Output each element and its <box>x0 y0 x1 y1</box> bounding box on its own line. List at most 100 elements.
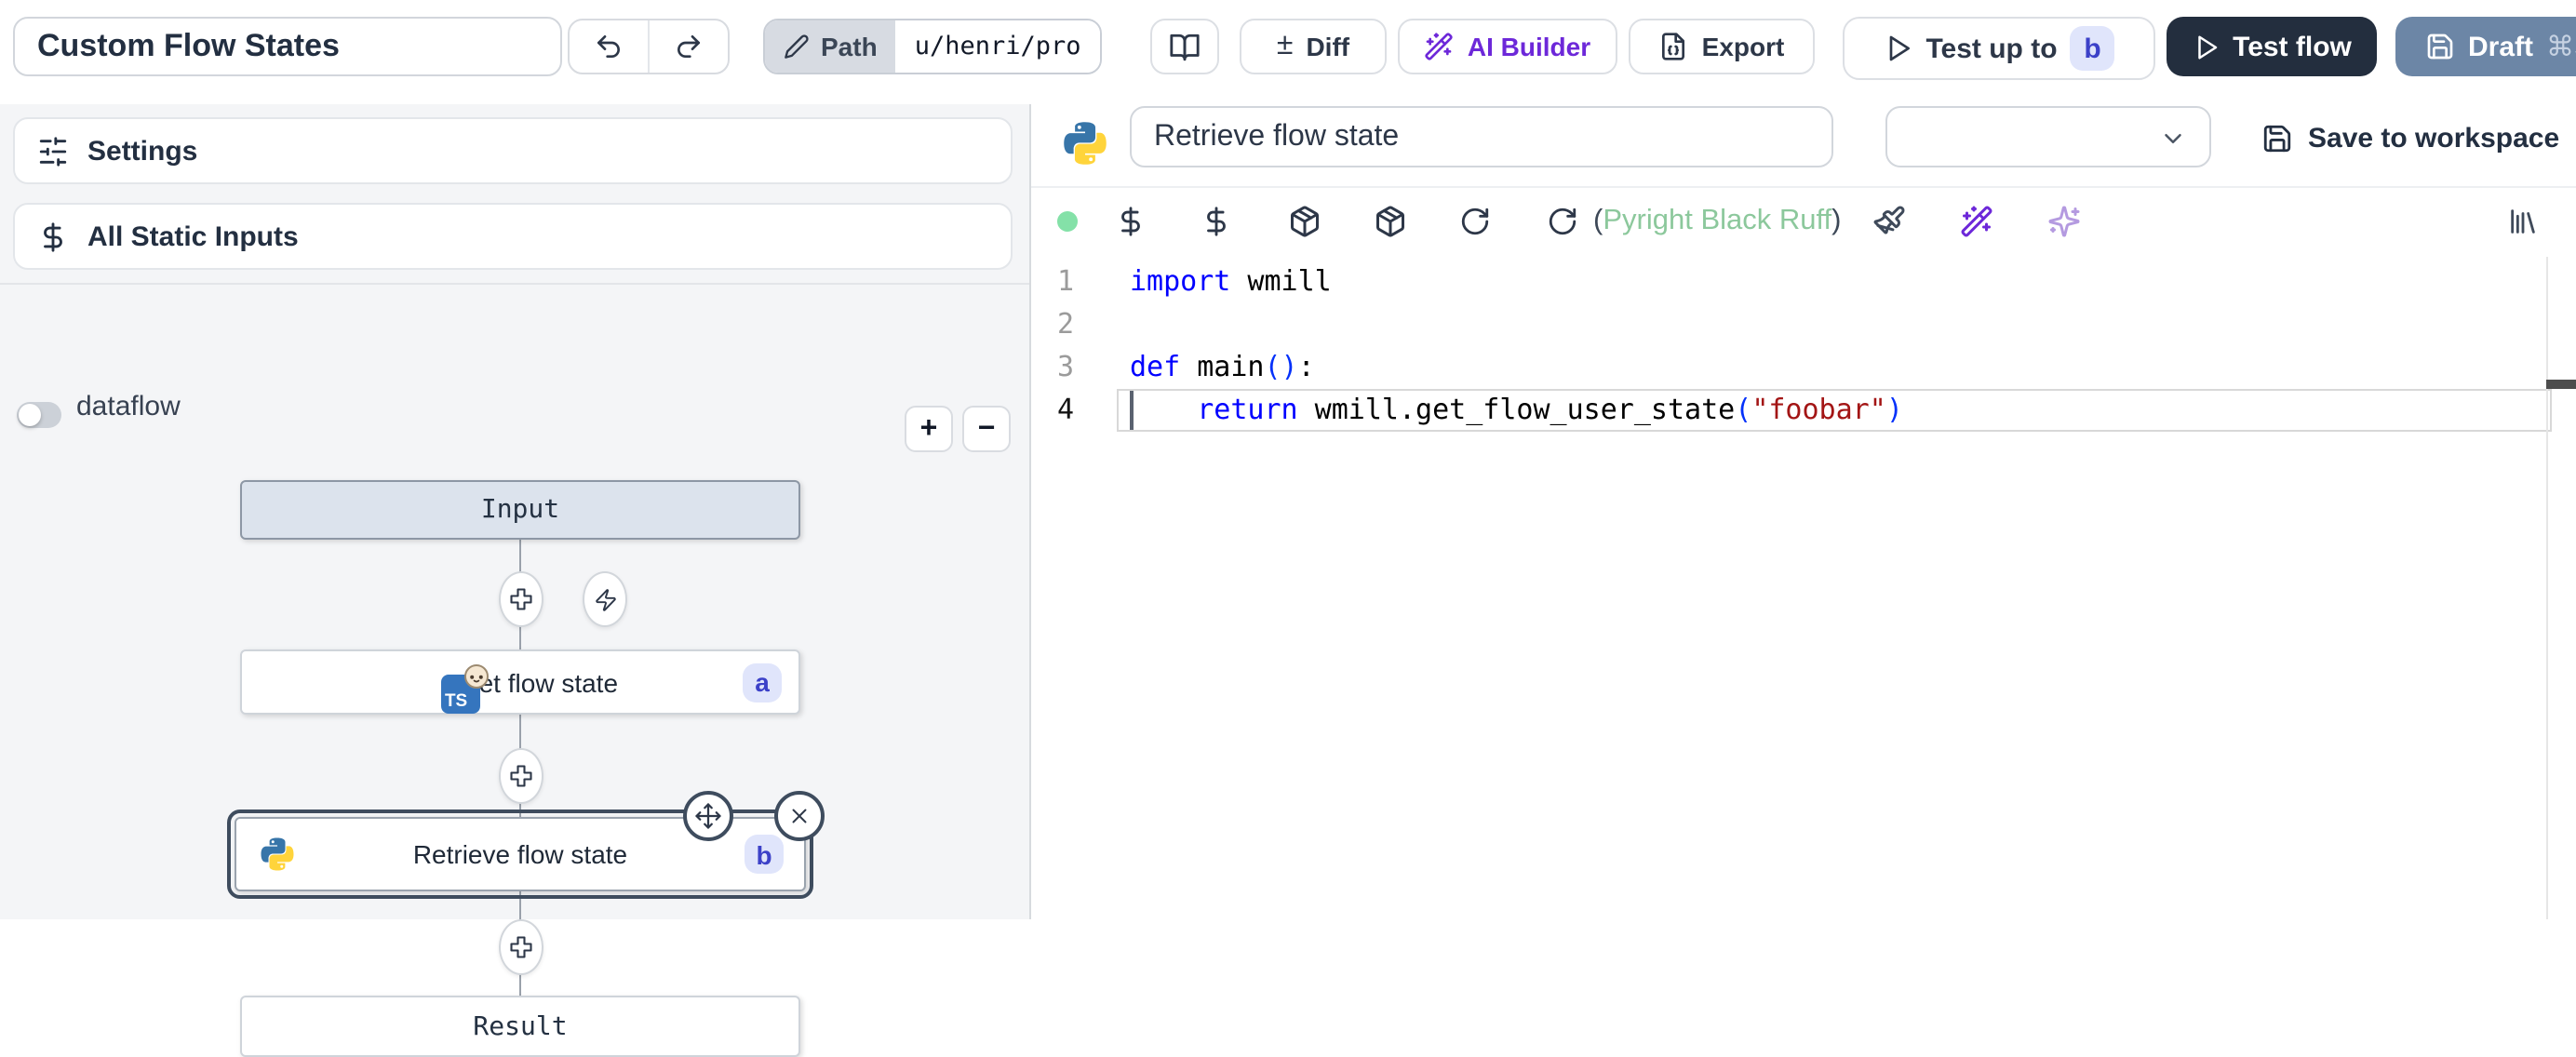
step-id-badge: b <box>745 835 784 874</box>
step-editor-panel: Retrieve flow state Save to workspace <box>1031 104 2576 919</box>
plus-cross-icon <box>508 586 534 612</box>
flow-name-input[interactable]: Custom Flow States <box>13 17 562 76</box>
ai-builder-button[interactable]: AI Builder <box>1398 19 1617 74</box>
python-icon <box>1061 119 1109 167</box>
export-label: Export <box>1702 32 1785 61</box>
top-toolbar: Custom Flow States Path u/henri/pro ± Di… <box>0 0 2576 106</box>
ai-builder-label: AI Builder <box>1468 32 1590 61</box>
wand-sparkles-icon <box>1425 32 1455 61</box>
flow-graph-canvas[interactable]: dataflow + − Input TS <box>0 283 1029 919</box>
dollar-icon <box>37 221 69 252</box>
flow-node-set-flow-state[interactable]: TS Set flow state a <box>240 649 800 715</box>
node-label: Result <box>473 1011 567 1041</box>
insert-trigger-button[interactable] <box>583 571 627 627</box>
editor-cursor-mark <box>2546 380 2576 389</box>
path-button[interactable]: Path u/henri/pro <box>763 19 1102 74</box>
file-export-icon <box>1659 32 1689 61</box>
move-node-button[interactable] <box>683 791 733 841</box>
lightning-icon <box>593 587 617 611</box>
chevron-down-icon <box>2159 125 2187 153</box>
python-icon <box>259 836 296 873</box>
dataflow-toggle[interactable] <box>17 402 61 428</box>
save-to-workspace-label: Save to workspace <box>2308 122 2559 154</box>
step-name-value: Retrieve flow state <box>1154 120 1399 154</box>
draft-shortcut: ⌘S <box>2546 30 2576 63</box>
test-up-to-button[interactable]: Test up to b <box>1843 17 2155 80</box>
package-icon[interactable] <box>1374 205 1407 238</box>
code-line[interactable]: 2 <box>1031 303 2576 346</box>
diff-label: Diff <box>1306 32 1349 61</box>
line-number: 2 <box>1031 303 1074 346</box>
sparkles-icon[interactable] <box>2047 205 2081 238</box>
code-text: def main(): <box>1074 346 1315 389</box>
ai-wand-icon[interactable] <box>1960 205 1993 238</box>
insert-step-button[interactable] <box>499 571 543 627</box>
test-flow-label: Test flow <box>2233 31 2352 62</box>
diff-button[interactable]: ± Diff <box>1240 19 1387 74</box>
settings-label: Settings <box>87 135 197 167</box>
plus-icon: + <box>920 412 938 446</box>
path-label: Path <box>821 32 878 61</box>
settings-button[interactable]: Settings <box>13 117 1013 184</box>
save-draft-button[interactable]: Draft ⌘S <box>2395 17 2576 76</box>
flow-node-input[interactable]: Input <box>240 480 800 540</box>
insert-step-button[interactable] <box>499 919 543 975</box>
editor-overview-ruler <box>2546 257 2548 919</box>
code-line[interactable]: 4 return wmill.get_flow_user_state("foob… <box>1031 389 2576 432</box>
typescript-bun-icon: TS <box>441 674 480 713</box>
code-text: import wmill <box>1074 261 1332 303</box>
library-icon[interactable] <box>2507 206 2539 237</box>
code-line[interactable]: 3def main(): <box>1031 346 2576 389</box>
undo-icon <box>594 32 624 61</box>
export-button[interactable]: Export <box>1629 19 1815 74</box>
code-line[interactable]: 1import wmill <box>1031 261 2576 303</box>
refresh-icon[interactable] <box>1459 206 1491 237</box>
code-editor[interactable]: 1import wmill23def main():4 return wmill… <box>1031 257 2576 919</box>
code-text <box>1074 303 1130 346</box>
node-label: Retrieve flow state <box>413 839 627 869</box>
package-icon[interactable] <box>1288 205 1322 238</box>
line-number: 4 <box>1031 389 1074 432</box>
all-static-inputs-label: All Static Inputs <box>87 221 299 252</box>
redo-icon <box>674 32 704 61</box>
close-icon <box>787 804 812 828</box>
zoom-out-button[interactable]: − <box>962 406 1011 452</box>
step-name-input[interactable]: Retrieve flow state <box>1130 106 1833 167</box>
undo-button[interactable] <box>570 20 648 73</box>
main-area: Settings All Static Inputs dataflow + − … <box>0 104 2576 919</box>
dollar-icon[interactable] <box>1201 206 1232 237</box>
code-lines: 1import wmill23def main():4 return wmill… <box>1031 261 2576 432</box>
save-icon <box>2425 32 2455 61</box>
redo-button[interactable] <box>648 20 728 73</box>
book-open-icon <box>1169 31 1201 62</box>
path-value: u/henri/pro <box>896 20 1100 73</box>
step-header: Retrieve flow state Save to workspace <box>1031 104 2576 188</box>
zoom-in-button[interactable]: + <box>905 406 953 452</box>
path-label-segment: Path <box>765 20 896 73</box>
test-flow-button[interactable]: Test flow <box>2167 17 2377 76</box>
flow-editor-app: Custom Flow States Path u/henri/pro ± Di… <box>0 0 2576 919</box>
refresh-icon[interactable] <box>1547 206 1578 237</box>
node-label: Input <box>481 495 559 525</box>
move-icon <box>694 802 722 830</box>
all-static-inputs-button[interactable]: All Static Inputs <box>13 203 1013 270</box>
paintbrush-icon[interactable] <box>1872 205 1906 238</box>
sliders-icon <box>37 135 69 167</box>
insert-step-button[interactable] <box>499 748 543 804</box>
delete-node-button[interactable] <box>774 791 825 841</box>
line-number: 3 <box>1031 346 1074 389</box>
editor-toolbar: (Pyright Black Ruff) <box>1031 186 2576 259</box>
save-to-workspace-button[interactable]: Save to workspace <box>2250 117 2570 158</box>
save-icon <box>2261 122 2293 154</box>
docs-button[interactable] <box>1150 19 1219 74</box>
dollar-icon[interactable] <box>1115 206 1147 237</box>
toggle-knob <box>19 404 41 426</box>
draft-label: Draft <box>2468 31 2533 62</box>
line-number: 1 <box>1031 261 1074 303</box>
tag-select[interactable] <box>1885 106 2211 167</box>
play-icon <box>1883 33 1912 63</box>
test-up-to-label: Test up to <box>1925 33 2057 64</box>
undo-redo-group <box>568 19 730 74</box>
flow-node-result[interactable]: Result <box>240 996 800 1057</box>
play-icon <box>2192 33 2220 60</box>
